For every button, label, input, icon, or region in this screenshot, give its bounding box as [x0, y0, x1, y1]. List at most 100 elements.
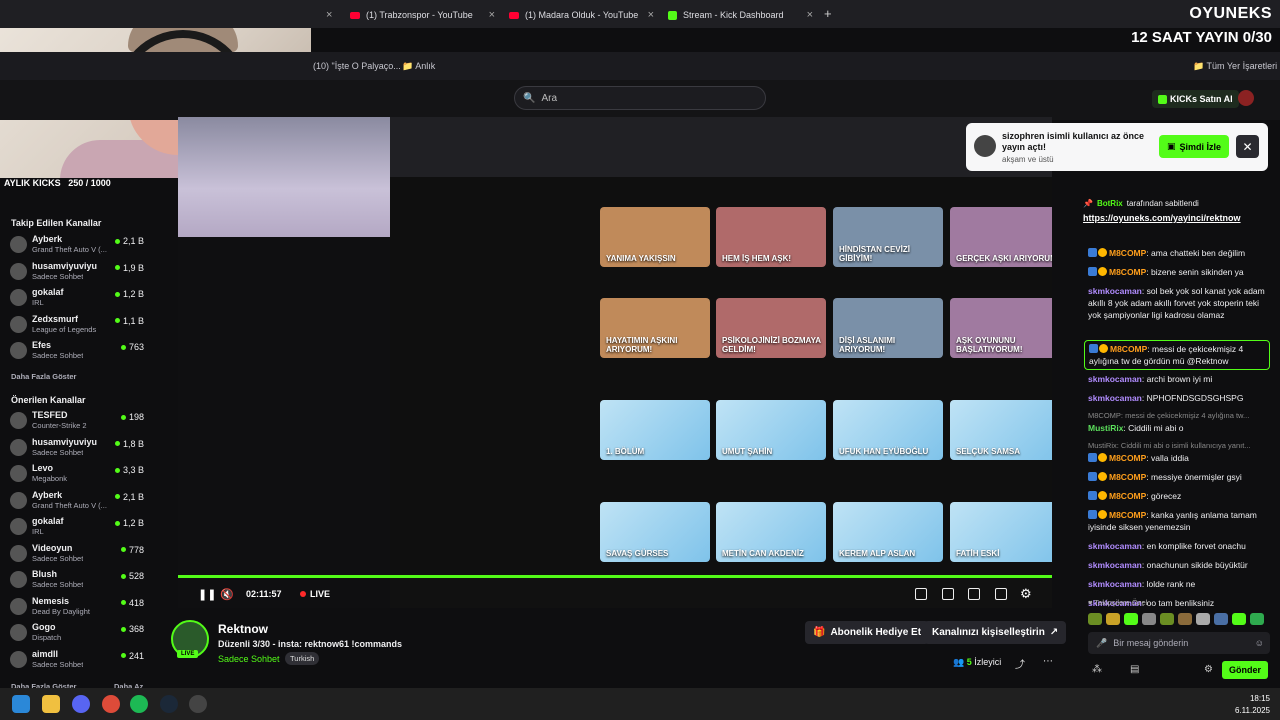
chat-message[interactable]: M8COMP: messi de çekicekmişiz 4 aylığına… [1084, 340, 1270, 370]
pinned-message[interactable]: 📌 BotRix tarafından sabitlendi https://o… [1083, 199, 1273, 239]
chat-username[interactable]: M8COMP [1109, 248, 1146, 258]
video-thumbnail[interactable]: GERÇEK AŞKI ARIYORUM! [950, 207, 1052, 267]
theater-icon[interactable] [968, 588, 980, 600]
recommended-channel-item[interactable]: Videoyun Sadece Sohbet 778 [10, 543, 148, 567]
chat-message[interactable]: M8COMP: messiye önermişler gsyi [1088, 471, 1274, 483]
tab-close-icon[interactable]: × [648, 9, 654, 21]
stream-progress-bar[interactable] [178, 575, 1052, 578]
bookmark-folder-all[interactable]: 📁 Tüm Yer İşaretleri [1193, 61, 1277, 72]
streamer-name[interactable]: Rektnow [218, 622, 268, 636]
recommended-channel-item[interactable]: Nemesis Dead By Daylight 418 [10, 596, 148, 620]
recommended-channel-item[interactable]: TESFED Counter-Strike 2 198 [10, 410, 148, 434]
discord-icon[interactable] [72, 695, 90, 713]
close-icon[interactable]: ✕ [1236, 135, 1259, 158]
chat-settings-icon[interactable]: ⚙ [1204, 664, 1213, 675]
chat-username[interactable]: skmkocaman [1088, 541, 1142, 551]
chat-username[interactable]: M8COMP [1109, 491, 1146, 501]
chat-username[interactable]: skmkocaman [1088, 393, 1142, 403]
chat-message[interactable]: skmkocaman: onachunun sikide büyüktür [1088, 559, 1274, 571]
emote-icon[interactable] [1088, 613, 1102, 625]
video-thumbnail[interactable]: KEREM ALP ASLAN [833, 502, 943, 562]
followed-channel-item[interactable]: Efes Sadece Sohbet 763 [10, 340, 148, 364]
emote-icon[interactable] [1250, 613, 1264, 625]
new-tab-button[interactable]: + [824, 6, 832, 21]
emote-icon[interactable] [1232, 613, 1246, 625]
emote-icon[interactable] [1178, 613, 1192, 625]
followed-channel-item[interactable]: Ayberk Grand Theft Auto V (... 2,1 B [10, 234, 148, 258]
video-thumbnail[interactable]: DİŞİ ASLANIMI ARIYORUM! [833, 298, 943, 358]
settings-gear-icon[interactable]: ⚙ [1020, 586, 1032, 602]
kicks-icon[interactable]: ⁂ [1092, 664, 1102, 675]
chat-message[interactable]: skmkocaman: NPHOFNDSGDSGHSPG [1088, 392, 1274, 404]
share-icon[interactable]: ⤴ [1015, 656, 1025, 671]
chat-username[interactable]: skmkocaman [1088, 579, 1142, 589]
chat-message[interactable]: M8COMP: ama chatteki ben değilim [1088, 247, 1274, 259]
tab-close-prev[interactable]: × [326, 4, 332, 26]
store-icon[interactable]: ▤ [1130, 664, 1139, 675]
customize-channel-button[interactable]: Kanalınızı kişiselleştirin ↗ [924, 621, 1067, 644]
fullscreen-icon[interactable] [995, 588, 1007, 600]
tab-close-icon[interactable]: × [489, 9, 495, 21]
app-icon[interactable] [189, 695, 207, 713]
steam-icon[interactable] [160, 695, 178, 713]
video-thumbnail[interactable]: HİNDİSTAN CEVİZİ GİBİYİM! [833, 207, 943, 267]
chat-message[interactable]: M8COMP: görecez [1088, 490, 1274, 502]
chat-username[interactable]: skmkocaman [1088, 374, 1142, 384]
video-thumbnail[interactable]: METİN CAN AKDENİZ [716, 502, 826, 562]
chat-username[interactable]: MustiRix [1088, 423, 1123, 433]
video-thumbnail[interactable]: YANIMA YAKIŞSIN [600, 207, 710, 267]
video-thumbnail[interactable]: 1. BÖLÜM [600, 400, 710, 460]
emote-icon[interactable] [1142, 613, 1156, 625]
chat-username[interactable]: M8COMP [1109, 267, 1146, 277]
mic-icon[interactable]: 🎤 [1096, 638, 1107, 649]
chat-message[interactable]: MustiRix: Ciddili mi abi o [1088, 422, 1274, 434]
pause-icon[interactable]: ❚❚ [198, 588, 216, 601]
video-thumbnail[interactable]: PSİKOLOJİNİZİ BOZMAYA GELDİM! [716, 298, 826, 358]
video-thumbnail[interactable]: AŞK OYUNUNU BAŞLATIYORUM! [950, 298, 1052, 358]
chat-message[interactable]: skmkocaman: en komplike forvet onachu [1088, 540, 1274, 552]
video-thumbnail[interactable]: FATİH ESKİ [950, 502, 1052, 562]
stream-video-player[interactable]: YANIMA YAKIŞSIN HEM İŞ HEM AŞK! HİNDİSTAN … [178, 117, 1052, 608]
video-thumbnail[interactable]: SAVAŞ GÜRSES [600, 502, 710, 562]
video-thumbnail[interactable]: UMUT ŞAHİN [716, 400, 826, 460]
bookmark-item[interactable]: (10) "İşte O Palyaço... [313, 61, 401, 71]
watch-now-button[interactable]: ▣ Şimdi İzle [1159, 135, 1230, 158]
stream-tag[interactable]: Turkish [285, 652, 320, 665]
video-thumbnail[interactable]: UFUK HAN EYÜBOĞLU [833, 400, 943, 460]
emoji-icon[interactable]: ☺ [1255, 638, 1264, 648]
pip-icon[interactable] [915, 588, 927, 600]
chat-username[interactable]: M8COMP [1109, 453, 1146, 463]
followed-channel-item[interactable]: Zedxsmurf League of Legends 1,1 B [10, 314, 148, 338]
recommended-channel-item[interactable]: Levo Megabonk 3,3 B [10, 463, 148, 487]
send-button[interactable]: Gönder [1222, 661, 1268, 679]
tab-kick-dashboard[interactable]: Stream - Kick Dashboard × [668, 4, 813, 26]
chat-message[interactable]: M8COMP: kanka yanlış anlama tamam iyisin… [1088, 509, 1274, 533]
chat-message[interactable]: skmkocaman: lolde rank ne [1088, 578, 1274, 590]
emote-icon[interactable] [1124, 613, 1138, 625]
spotify-icon[interactable] [130, 695, 148, 713]
recommended-channel-item[interactable]: Gogo Dispatch 368 [10, 622, 148, 646]
stream-category[interactable]: Sadece Sohbet [218, 654, 280, 664]
clip-icon[interactable] [942, 588, 954, 600]
more-options-icon[interactable]: ⋯ [1043, 656, 1053, 667]
emote-icon[interactable] [1214, 613, 1228, 625]
followed-channel-item[interactable]: husamviyuviyu Sadece Sohbet 1,9 B [10, 261, 148, 285]
chat-username[interactable]: skmkocaman [1088, 560, 1142, 570]
chat-username[interactable]: skmkocaman [1088, 286, 1142, 296]
chrome-icon[interactable] [102, 695, 120, 713]
recommended-channel-item[interactable]: gokalaf IRL 1,2 B [10, 516, 148, 540]
recommended-channel-item[interactable]: husamviyuviyu Sadece Sohbet 1,8 B [10, 437, 148, 461]
volume-icon[interactable]: 🔇 [220, 588, 234, 601]
tab-madara[interactable]: (1) Madara Olduk - YouTube × [509, 4, 654, 26]
user-avatar[interactable] [1238, 90, 1254, 106]
file-explorer-icon[interactable] [42, 695, 60, 713]
chat-input[interactable]: 🎤 Bir mesaj gönderin ☺ [1088, 632, 1270, 654]
gift-sub-button[interactable]: 🎁 Abonelik Hediye Et [805, 621, 930, 644]
tab-close-icon[interactable]: × [807, 9, 813, 21]
emote-icon[interactable] [1106, 613, 1120, 625]
emote-icon[interactable] [1196, 613, 1210, 625]
recommended-channel-item[interactable]: Ayberk Grand Theft Auto V (... 2,1 B [10, 490, 148, 514]
bookmark-folder-anlik[interactable]: 📁 Anlık [402, 61, 435, 72]
tab-trabzonspor[interactable]: (1) Trabzonspor - YouTube × [350, 4, 495, 26]
chat-message[interactable]: skmkocaman: sol bek yok sol kanat yok ad… [1088, 285, 1274, 321]
